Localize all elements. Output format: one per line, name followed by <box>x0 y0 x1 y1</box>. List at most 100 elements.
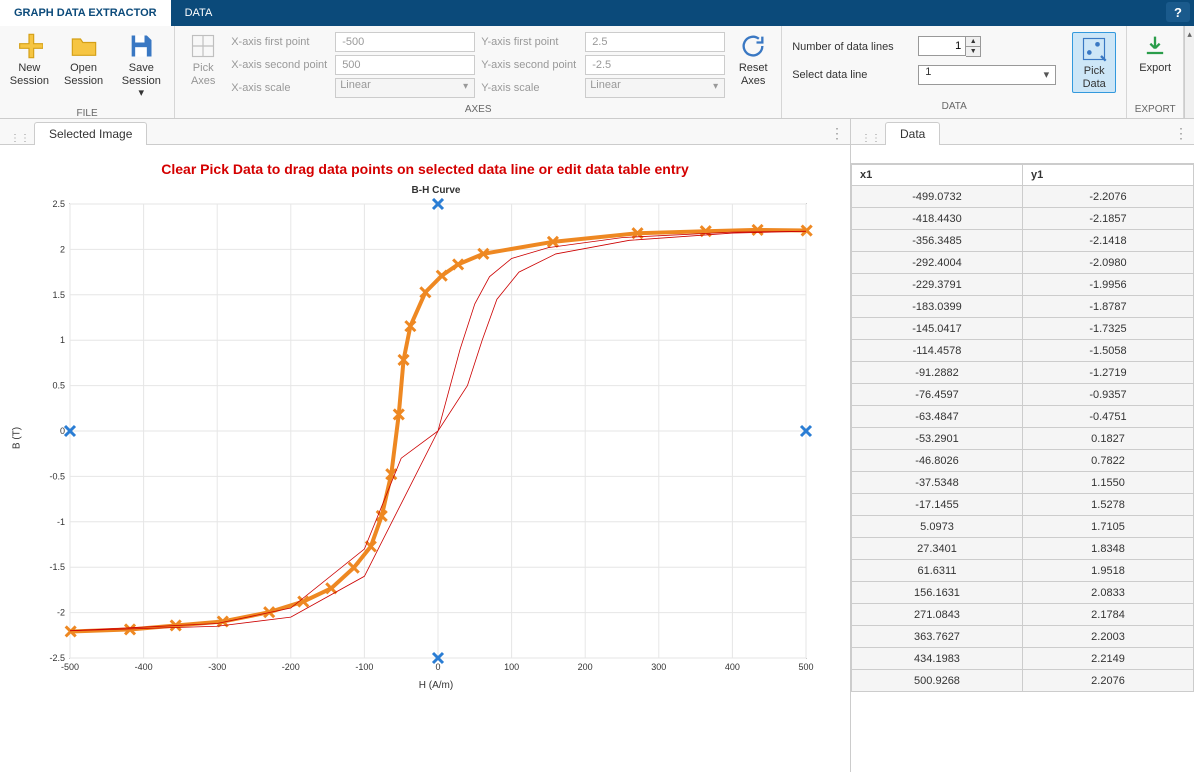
table-cell[interactable]: -145.0417 <box>852 318 1023 340</box>
help-button[interactable]: ? <box>1166 2 1190 22</box>
table-cell[interactable]: -1.8787 <box>1023 296 1194 318</box>
table-cell[interactable]: -46.8026 <box>852 450 1023 472</box>
x-scale-select[interactable]: Linear <box>335 78 475 98</box>
table-row[interactable]: -53.29010.1827 <box>852 428 1194 450</box>
table-header[interactable]: x1 <box>852 165 1023 186</box>
table-cell[interactable]: -183.0399 <box>852 296 1023 318</box>
table-cell[interactable]: 61.6311 <box>852 560 1023 582</box>
y-second-point-input[interactable] <box>585 55 725 75</box>
tab-data[interactable]: DATA <box>171 0 227 26</box>
table-cell[interactable]: 1.1550 <box>1023 472 1194 494</box>
x-second-point-input[interactable] <box>335 55 475 75</box>
table-cell[interactable]: 1.8348 <box>1023 538 1194 560</box>
table-row[interactable]: -418.4430-2.1857 <box>852 208 1194 230</box>
table-cell[interactable]: 27.3401 <box>852 538 1023 560</box>
table-row[interactable]: -356.3485-2.1418 <box>852 230 1194 252</box>
table-cell[interactable]: -1.9956 <box>1023 274 1194 296</box>
spinner-down-icon[interactable]: ▼ <box>966 47 980 56</box>
table-row[interactable]: -17.14551.5278 <box>852 494 1194 516</box>
table-row[interactable]: 61.63111.9518 <box>852 560 1194 582</box>
table-row[interactable]: 363.76272.2003 <box>852 626 1194 648</box>
table-cell[interactable]: -76.4597 <box>852 384 1023 406</box>
table-cell[interactable]: -2.1857 <box>1023 208 1194 230</box>
table-header[interactable]: y1 <box>1023 165 1194 186</box>
tab-graph-data-extractor[interactable]: GRAPH DATA EXTRACTOR <box>0 0 171 26</box>
table-cell[interactable]: -91.2882 <box>852 362 1023 384</box>
table-cell[interactable]: -2.1418 <box>1023 230 1194 252</box>
table-cell[interactable]: -17.1455 <box>852 494 1023 516</box>
table-cell[interactable]: 1.7105 <box>1023 516 1194 538</box>
table-row[interactable]: -76.4597-0.9357 <box>852 384 1194 406</box>
pick-data-button[interactable]: Pick Data <box>1072 32 1116 93</box>
ribbon-collapse-button[interactable]: ▴ <box>1184 26 1194 118</box>
table-cell[interactable]: -418.4430 <box>852 208 1023 230</box>
pane-menu-icon[interactable]: ⋮ <box>1174 125 1186 142</box>
table-row[interactable]: -499.0732-2.2076 <box>852 186 1194 208</box>
table-cell[interactable]: 0.7822 <box>1023 450 1194 472</box>
table-cell[interactable]: 2.0833 <box>1023 582 1194 604</box>
pane-dock-handle[interactable]: ⋮⋮ <box>6 133 34 144</box>
save-session-button[interactable]: Save Session ▾ <box>114 30 168 102</box>
table-cell[interactable]: 1.9518 <box>1023 560 1194 582</box>
reset-axes-button[interactable]: Reset Axes <box>731 30 775 89</box>
table-cell[interactable]: -0.9357 <box>1023 384 1194 406</box>
table-row[interactable]: 156.16312.0833 <box>852 582 1194 604</box>
table-row[interactable]: 5.09731.7105 <box>852 516 1194 538</box>
table-cell[interactable]: -37.5348 <box>852 472 1023 494</box>
table-cell[interactable]: 2.2003 <box>1023 626 1194 648</box>
table-cell[interactable]: 2.1784 <box>1023 604 1194 626</box>
num-data-lines-input[interactable] <box>918 36 966 56</box>
table-row[interactable]: -145.0417-1.7325 <box>852 318 1194 340</box>
table-cell[interactable]: -63.4847 <box>852 406 1023 428</box>
plot[interactable]: B-H Curve -500-400-300-200-1000100200300… <box>36 185 836 691</box>
new-session-button[interactable]: New Session <box>6 30 53 89</box>
open-session-button[interactable]: Open Session <box>59 30 109 89</box>
table-cell[interactable]: 363.7627 <box>852 626 1023 648</box>
table-cell[interactable]: -0.4751 <box>1023 406 1194 428</box>
table-cell[interactable]: -53.2901 <box>852 428 1023 450</box>
table-row[interactable]: -292.4004-2.0980 <box>852 252 1194 274</box>
table-cell[interactable]: -292.4004 <box>852 252 1023 274</box>
table-cell[interactable]: -229.3791 <box>852 274 1023 296</box>
table-row[interactable]: 271.08432.1784 <box>852 604 1194 626</box>
data-tab[interactable]: Data <box>885 122 940 145</box>
table-cell[interactable]: 434.1983 <box>852 648 1023 670</box>
table-row[interactable]: 500.92682.2076 <box>852 670 1194 692</box>
table-cell[interactable]: -1.7325 <box>1023 318 1194 340</box>
table-cell[interactable]: 0.1827 <box>1023 428 1194 450</box>
x-first-point-input[interactable] <box>335 32 475 52</box>
table-cell[interactable]: 5.0973 <box>852 516 1023 538</box>
table-row[interactable]: -37.53481.1550 <box>852 472 1194 494</box>
table-cell[interactable]: 156.1631 <box>852 582 1023 604</box>
select-data-line-dropdown[interactable]: 1 <box>918 65 1056 85</box>
table-row[interactable]: -183.0399-1.8787 <box>852 296 1194 318</box>
table-cell[interactable]: 271.0843 <box>852 604 1023 626</box>
table-cell[interactable]: -2.0980 <box>1023 252 1194 274</box>
export-button[interactable]: Export <box>1133 30 1177 77</box>
table-cell[interactable]: -356.3485 <box>852 230 1023 252</box>
table-cell[interactable]: 500.9268 <box>852 670 1023 692</box>
pane-menu-icon[interactable]: ⋮ <box>830 125 842 142</box>
table-row[interactable]: -114.4578-1.5058 <box>852 340 1194 362</box>
num-data-lines-spinner[interactable]: ▲▼ <box>918 36 981 57</box>
pane-dock-handle[interactable]: ⋮⋮ <box>857 133 885 144</box>
table-cell[interactable]: 2.2149 <box>1023 648 1194 670</box>
table-row[interactable]: -46.80260.7822 <box>852 450 1194 472</box>
y-scale-select[interactable]: Linear <box>585 78 725 98</box>
y-first-point-input[interactable] <box>585 32 725 52</box>
table-row[interactable]: -229.3791-1.9956 <box>852 274 1194 296</box>
table-cell[interactable]: -499.0732 <box>852 186 1023 208</box>
table-row[interactable]: -91.2882-1.2719 <box>852 362 1194 384</box>
table-row[interactable]: 434.19832.2149 <box>852 648 1194 670</box>
table-cell[interactable]: -2.2076 <box>1023 186 1194 208</box>
table-cell[interactable]: 2.2076 <box>1023 670 1194 692</box>
spinner-up-icon[interactable]: ▲ <box>966 37 980 47</box>
table-row[interactable]: 27.34011.8348 <box>852 538 1194 560</box>
data-table[interactable]: x1y1-499.0732-2.2076-418.4430-2.1857-356… <box>851 163 1194 772</box>
selected-image-tab[interactable]: Selected Image <box>34 122 147 145</box>
table-row[interactable]: -63.4847-0.4751 <box>852 406 1194 428</box>
table-cell[interactable]: -1.5058 <box>1023 340 1194 362</box>
table-cell[interactable]: 1.5278 <box>1023 494 1194 516</box>
table-cell[interactable]: -114.4578 <box>852 340 1023 362</box>
table-cell[interactable]: -1.2719 <box>1023 362 1194 384</box>
